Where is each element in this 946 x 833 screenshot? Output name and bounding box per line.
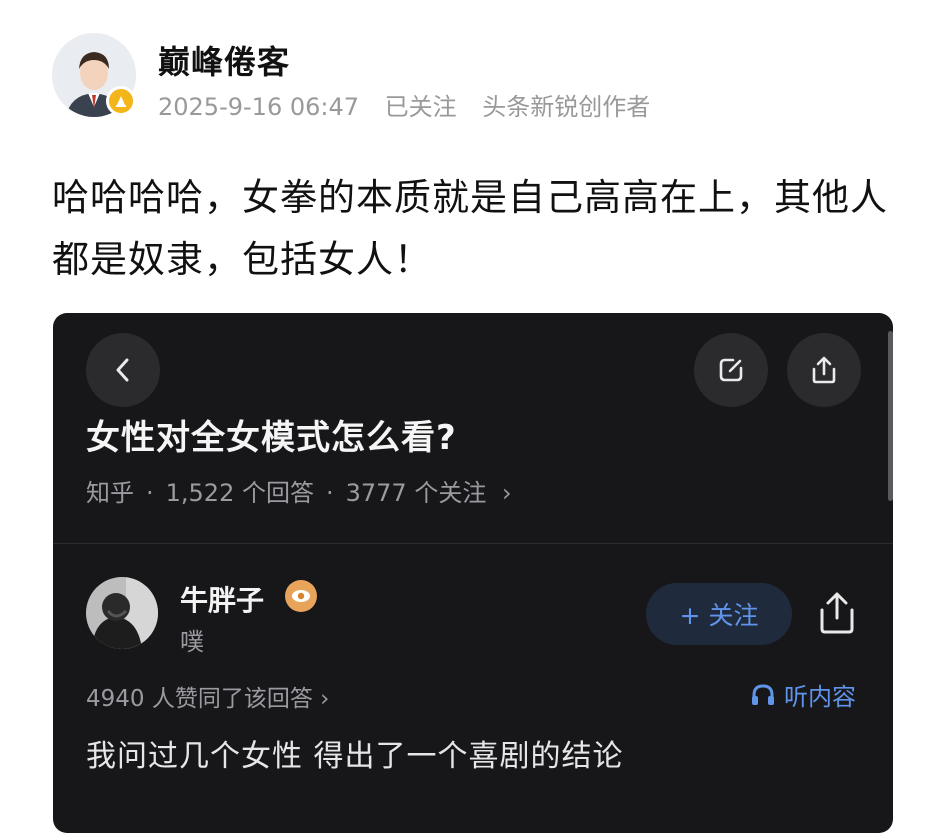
answerer-subtitle: 噗 xyxy=(180,628,204,656)
answers-count: 1,522 个回答 xyxy=(165,479,314,507)
post-timestamp: 2025-9-16 06:47 xyxy=(158,93,359,121)
scrollbar xyxy=(888,331,893,501)
follow-status[interactable]: 已关注 xyxy=(385,93,457,121)
chevron-right-icon: › xyxy=(501,479,512,507)
creator-badge-icon xyxy=(106,86,136,116)
listen-label: 听内容 xyxy=(784,683,856,711)
upvotes-text[interactable]: 4940 人赞同了该回答 › xyxy=(86,679,329,713)
platform-label: 知乎 xyxy=(86,479,134,507)
headphone-icon xyxy=(752,683,774,705)
question-title[interactable]: 女性对全女模式怎么看? xyxy=(86,410,457,459)
share-button[interactable] xyxy=(787,333,861,407)
answer-text: 我问过几个女性 得出了一个喜剧的结论 xyxy=(86,739,624,774)
share-icon xyxy=(812,356,836,384)
follow-button[interactable]: + 关注 xyxy=(646,583,792,645)
question-meta[interactable]: 知乎 · 1,522 个回答 · 3777 个关注 › xyxy=(86,473,512,508)
followers-count: 3777 个关注 xyxy=(345,479,487,507)
answerer-name[interactable]: 牛胖子 xyxy=(180,579,264,619)
back-button[interactable] xyxy=(86,333,160,407)
divider xyxy=(53,543,893,544)
eye-badge-icon xyxy=(285,580,317,612)
answerer-avatar[interactable] xyxy=(86,577,158,649)
post-meta: 2025-9-16 06:47 已关注 头条新锐创作者 xyxy=(158,87,668,122)
listen-button[interactable]: 听内容 xyxy=(750,677,856,712)
edit-icon xyxy=(719,358,743,382)
edit-button[interactable] xyxy=(694,333,768,407)
embedded-screenshot: 女性对全女模式怎么看? 知乎 · 1,522 个回答 · 3777 个关注 › 牛胖子 … xyxy=(53,313,893,833)
back-chevron-icon xyxy=(116,358,129,382)
author-name[interactable]: 巅峰倦客 xyxy=(158,37,290,83)
post-text: 哈哈哈哈，女拳的本质就是自己高高在上，其他人都是奴隶，包括女人！ xyxy=(52,176,888,281)
answer-share-icon[interactable] xyxy=(814,588,860,638)
author-tag: 头条新锐创作者 xyxy=(482,93,651,121)
